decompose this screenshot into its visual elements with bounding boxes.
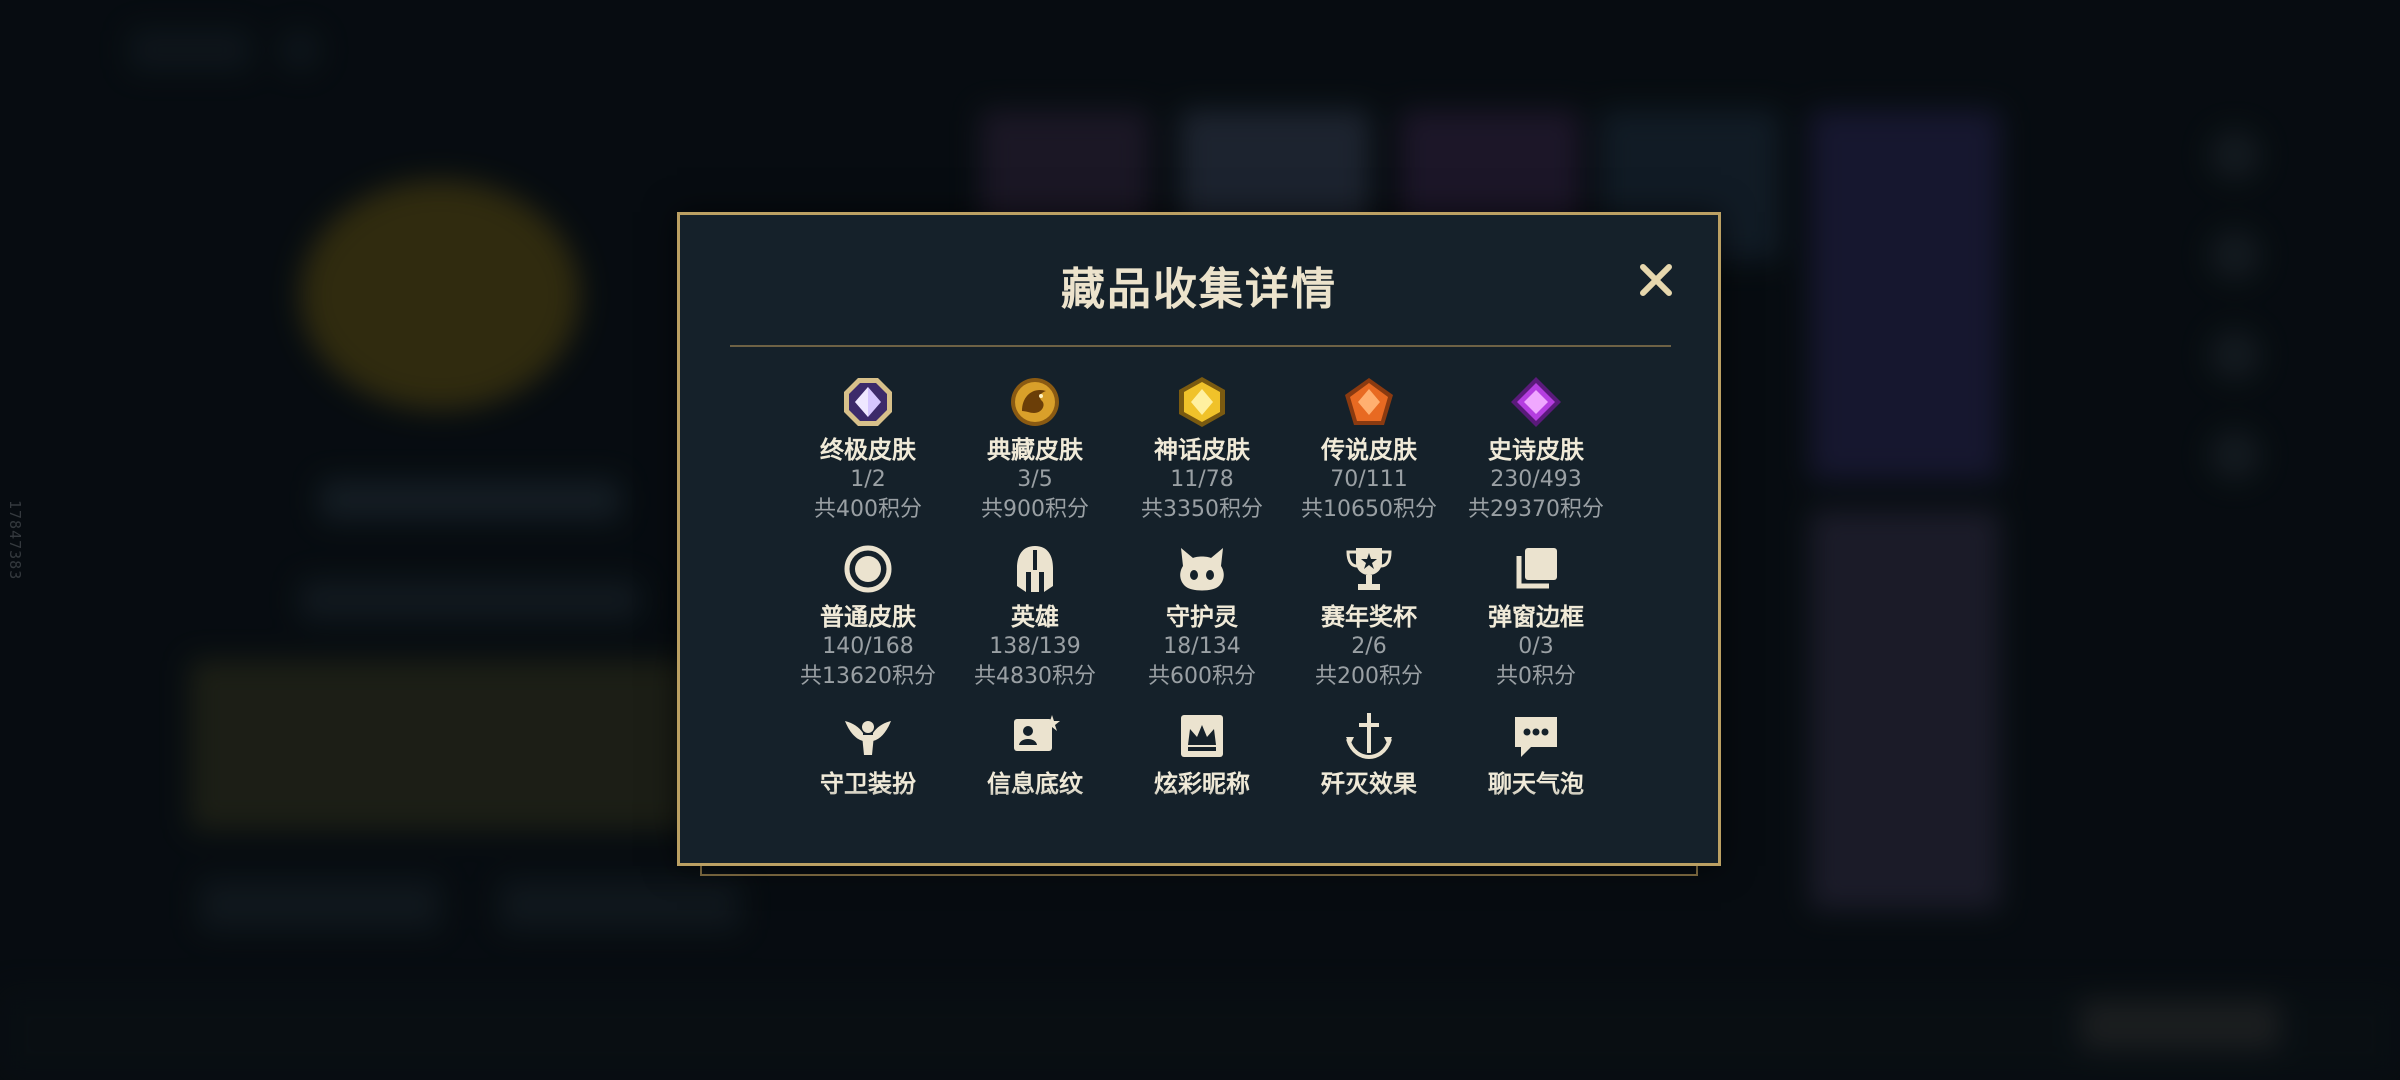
golden-dragon-icon [1008, 375, 1062, 429]
item-name: 炫彩昵称 [1154, 770, 1250, 798]
close-button[interactable] [1631, 255, 1681, 305]
item-count: 138/139 [989, 634, 1081, 659]
helmet-icon [1008, 542, 1062, 596]
item-count: 11/78 [1170, 467, 1234, 492]
item-points: 共13620积分 [800, 664, 936, 689]
spirit-creature-icon [1175, 542, 1229, 596]
collection-item[interactable]: 典藏皮肤 3/5 共900积分 [951, 375, 1119, 525]
profile-card-icon [1008, 709, 1062, 763]
collection-item[interactable]: 神话皮肤 11/78 共3350积分 [1118, 375, 1286, 525]
item-count: 140/168 [822, 634, 914, 659]
item-name: 英雄 [1011, 603, 1059, 631]
collection-item[interactable]: 炫彩昵称 [1118, 709, 1286, 799]
collection-details-modal: 藏品收集详情 终极皮肤 1/2 共400积分 典藏皮肤 3/5 共900积分 神… [677, 212, 1721, 866]
modal-title: 藏品收集详情 [1061, 264, 1337, 315]
item-name: 歼灭效果 [1321, 770, 1417, 798]
title-divider [730, 345, 1671, 347]
collection-item[interactable]: 传说皮肤 70/111 共10650积分 [1285, 375, 1453, 525]
diamond-gem-icon [1509, 375, 1563, 429]
crown-frame-icon [1175, 709, 1229, 763]
collection-item[interactable]: 守护灵 18/134 共600积分 [1118, 542, 1286, 692]
item-name: 终极皮肤 [820, 436, 916, 464]
item-points: 共10650积分 [1301, 497, 1437, 522]
item-count: 1/2 [850, 467, 886, 492]
modal-under-frame [700, 866, 1698, 876]
item-points: 共3350积分 [1141, 497, 1263, 522]
winged-guardian-icon [841, 709, 895, 763]
item-count: 70/111 [1330, 467, 1408, 492]
item-name: 史诗皮肤 [1488, 436, 1584, 464]
item-points: 共900积分 [981, 497, 1089, 522]
item-name: 守卫装扮 [820, 770, 916, 798]
chat-bubble-icon [1509, 709, 1563, 763]
item-count: 230/493 [1490, 467, 1582, 492]
item-points: 共600积分 [1148, 664, 1256, 689]
pentagon-gem-icon [1342, 375, 1396, 429]
trophy-icon [1342, 542, 1396, 596]
collection-item[interactable]: 史诗皮肤 230/493 共29370积分 [1452, 375, 1620, 525]
item-points: 共200积分 [1315, 664, 1423, 689]
game-screen: 17847383 藏品收集详情 终极皮肤 1/2 共400积分 典藏皮肤 3/5… [0, 0, 2400, 1080]
collection-item[interactable]: 终极皮肤 1/2 共400积分 [784, 375, 952, 525]
item-name: 守护灵 [1166, 603, 1238, 631]
collection-item[interactable]: 聊天气泡 [1452, 709, 1620, 799]
collection-item[interactable]: 信息底纹 [951, 709, 1119, 799]
sword-anchor-icon [1342, 709, 1396, 763]
item-name: 普通皮肤 [820, 603, 916, 631]
item-name: 传说皮肤 [1321, 436, 1417, 464]
collection-item[interactable]: 守卫装扮 [784, 709, 952, 799]
item-name: 聊天气泡 [1488, 770, 1584, 798]
item-points: 共29370积分 [1468, 497, 1604, 522]
item-name: 典藏皮肤 [987, 436, 1083, 464]
item-points: 共400积分 [814, 497, 922, 522]
item-name: 神话皮肤 [1154, 436, 1250, 464]
collection-item[interactable]: 歼灭效果 [1285, 709, 1453, 799]
item-count: 0/3 [1518, 634, 1554, 659]
item-name: 信息底纹 [987, 770, 1083, 798]
item-points: 共4830积分 [974, 664, 1096, 689]
item-count: 3/5 [1017, 467, 1053, 492]
stacked-frames-icon [1509, 542, 1563, 596]
hexagon-gem-icon [1175, 375, 1229, 429]
collection-item[interactable]: 英雄 138/139 共4830积分 [951, 542, 1119, 692]
close-icon [1640, 264, 1672, 296]
item-count: 2/6 [1351, 634, 1387, 659]
collection-item[interactable]: 赛年奖杯 2/6 共200积分 [1285, 542, 1453, 692]
collection-item[interactable]: 弹窗边框 0/3 共0积分 [1452, 542, 1620, 692]
item-count: 18/134 [1163, 634, 1241, 659]
octagon-crystal-icon [841, 375, 895, 429]
ring-icon [841, 542, 895, 596]
item-points: 共0积分 [1496, 664, 1576, 689]
item-name: 赛年奖杯 [1321, 603, 1417, 631]
item-name: 弹窗边框 [1488, 603, 1584, 631]
collection-item[interactable]: 普通皮肤 140/168 共13620积分 [784, 542, 952, 692]
